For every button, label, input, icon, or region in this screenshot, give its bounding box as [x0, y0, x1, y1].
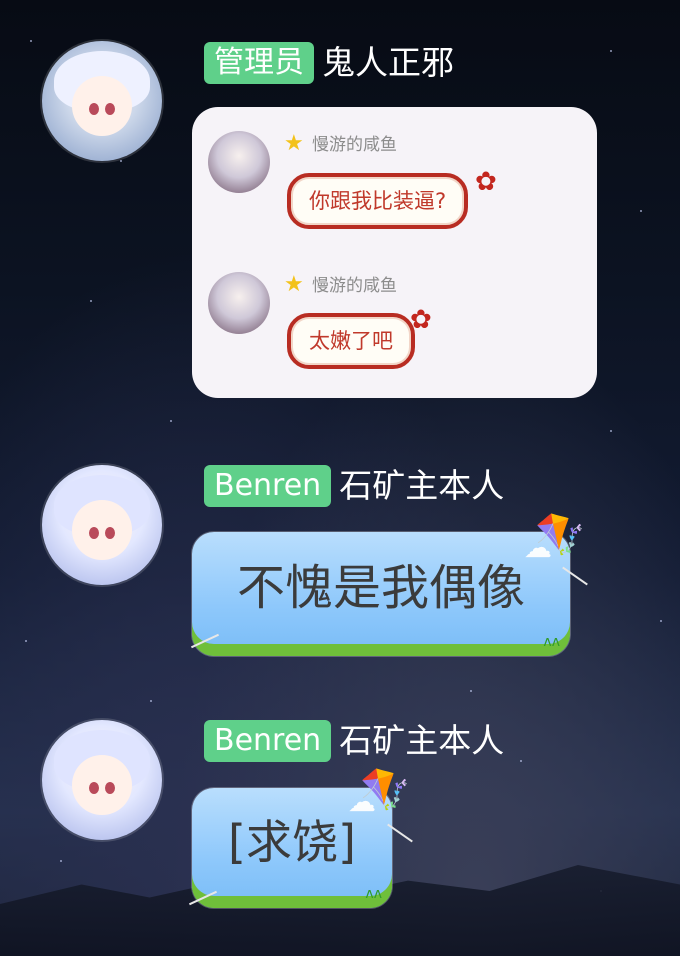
sender-nickname[interactable]: 石矿主本人 — [339, 721, 504, 761]
role-badge: 管理员 — [204, 42, 314, 84]
quoted-message-bubble: 你跟我比装逼? — [287, 173, 469, 229]
avatar[interactable] — [42, 41, 162, 161]
sender-nickname[interactable]: 鬼人正邪 — [322, 43, 454, 83]
message-text: 不愧是我偶像 — [236, 560, 525, 616]
grass-decoration: ᴧᴧ — [543, 634, 560, 650]
avatar[interactable] — [42, 720, 162, 840]
sender-header: Benren 石矿主本人 — [204, 465, 504, 507]
role-badge: Benren — [204, 720, 332, 762]
sender-header: 管理员 鬼人正邪 — [204, 42, 454, 84]
kite-icon: 🪁 — [360, 767, 410, 813]
quoted-sender-name: 慢游的咸鱼 — [312, 276, 397, 296]
sender-header: Benren 石矿主本人 — [204, 720, 504, 762]
sender-nickname[interactable]: 石矿主本人 — [339, 466, 504, 506]
message-bubble[interactable]: 不愧是我偶像 ᴧᴧ — [192, 532, 570, 656]
quoted-message-bubble: 太嫩了吧 — [287, 313, 415, 369]
role-badge: Benren — [204, 465, 332, 507]
quoted-avatar — [208, 131, 270, 193]
quoted-avatar — [208, 272, 270, 334]
star-icon: ★ — [284, 272, 304, 297]
star-icon: ★ — [284, 131, 304, 156]
avatar[interactable] — [42, 465, 162, 585]
forwarded-messages-card[interactable]: ★ 慢游的咸鱼 你跟我比装逼? ✿ ★ 慢游的咸鱼 太嫩了吧 ✿ — [192, 107, 597, 398]
quoted-sender-name: 慢游的咸鱼 — [312, 135, 397, 155]
flower-icon: ✿ — [410, 305, 432, 335]
flower-icon: ✿ — [475, 167, 497, 197]
kite-icon: 🪁 — [535, 512, 585, 558]
grass-decoration: ᴧᴧ — [365, 886, 382, 902]
